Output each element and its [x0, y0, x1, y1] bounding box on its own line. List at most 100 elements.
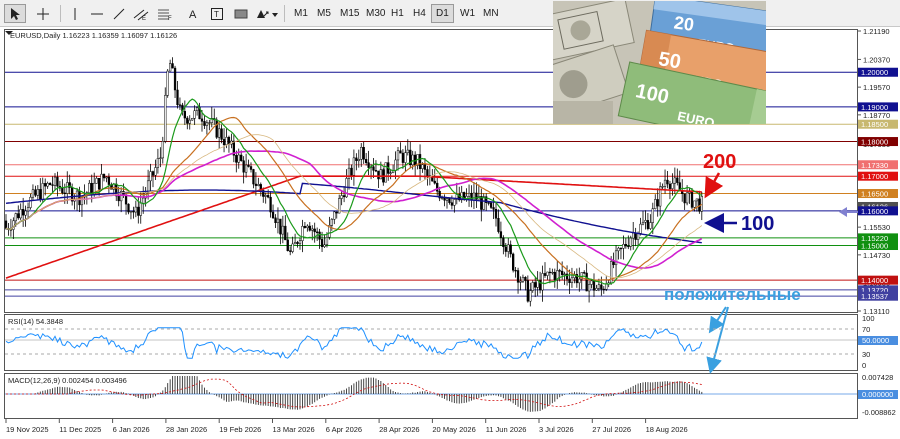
- trendline-icon[interactable]: [108, 4, 130, 23]
- candle-body: [700, 196, 703, 212]
- candle-body: [396, 150, 400, 161]
- candle-body: [142, 197, 145, 204]
- candle-body: [646, 220, 650, 229]
- candle-body: [693, 200, 696, 208]
- candle-body: [44, 183, 47, 187]
- candle-body: [534, 282, 537, 288]
- candle-body: [66, 182, 69, 194]
- candle-body: [274, 217, 277, 224]
- candle-body: [654, 199, 657, 209]
- rsi-tick-70: 70: [862, 325, 870, 334]
- candle-body: [240, 154, 243, 161]
- candle-body: [472, 192, 476, 201]
- crosshair-icon[interactable]: [32, 4, 54, 23]
- candle-body: [583, 272, 586, 274]
- rsi-current-label: 50.0000: [862, 336, 889, 345]
- candle-body: [656, 199, 659, 207]
- timeframe-w1[interactable]: W1: [456, 4, 479, 23]
- candle-body: [281, 225, 285, 235]
- candle-body: [156, 158, 160, 168]
- candle-body: [56, 176, 59, 187]
- candle-body: [418, 154, 422, 169]
- candle-body: [617, 247, 620, 252]
- candle-body: [129, 211, 133, 213]
- candle-body: [489, 202, 493, 208]
- timeframe-h4[interactable]: H4: [409, 4, 430, 23]
- rectangle-icon[interactable]: [230, 4, 252, 23]
- candle-body: [597, 284, 601, 289]
- timeframe-m30[interactable]: M30: [362, 4, 389, 23]
- candle-body: [404, 152, 407, 163]
- candle-body: [619, 247, 623, 250]
- euro-banknotes-image: 20 EURO 50 EURO 100 EURO: [553, 1, 766, 124]
- candle-body: [301, 225, 304, 241]
- candle-body: [271, 211, 275, 219]
- annotation-positive: положительные: [664, 285, 801, 304]
- candle-body: [293, 242, 297, 245]
- timeframe-d1[interactable]: D1: [431, 4, 454, 23]
- candle-body: [509, 244, 512, 255]
- candle-body: [139, 202, 142, 216]
- channel-icon[interactable]: E: [130, 4, 152, 23]
- text-tool-icon[interactable]: A: [182, 4, 204, 23]
- macd-current-label: 0.000000: [862, 390, 893, 399]
- candle-body: [291, 243, 294, 252]
- candle-body: [215, 119, 218, 138]
- rsi-title: RSI(14) 54.3848: [8, 317, 63, 326]
- candle-body: [46, 183, 49, 187]
- timeframe-mn[interactable]: MN: [479, 4, 503, 23]
- price-label-10: 1.15000: [861, 242, 888, 251]
- vertical-line-icon[interactable]: [64, 4, 86, 23]
- candle-body: [267, 195, 270, 198]
- candle-body: [254, 183, 258, 186]
- horizontal-line-icon[interactable]: [86, 4, 108, 23]
- fibonacci-icon[interactable]: F: [154, 4, 176, 23]
- toolbar-separator: [60, 5, 61, 22]
- candle-body: [318, 231, 321, 240]
- candle-body: [203, 121, 206, 126]
- candle-body: [284, 225, 287, 241]
- candle-body: [276, 218, 280, 224]
- candle-body: [563, 273, 566, 276]
- candle-body: [154, 167, 157, 176]
- candle-body: [176, 89, 179, 105]
- candle-body: [188, 119, 191, 124]
- candle-body: [26, 207, 30, 212]
- candle-body: [132, 211, 135, 213]
- timeframe-h1[interactable]: H1: [387, 4, 408, 23]
- candle-body: [548, 271, 552, 274]
- candle-body: [117, 195, 120, 202]
- timeframe-m15[interactable]: M15: [336, 4, 363, 23]
- cursor-icon[interactable]: [4, 4, 26, 23]
- rsi-tick-0: 0: [862, 361, 866, 370]
- candle-body: [51, 184, 54, 186]
- candle-body: [639, 223, 642, 234]
- price-label-13: 1.13537: [861, 292, 888, 301]
- ytick-label-3: 1.18770: [863, 111, 890, 120]
- candle-body: [320, 239, 324, 247]
- candle-body: [100, 173, 103, 190]
- candle-body: [521, 276, 525, 282]
- arrows-dropdown-icon[interactable]: [254, 4, 280, 23]
- candle-body: [367, 162, 370, 168]
- candle-body: [502, 237, 505, 248]
- candle-body: [102, 173, 106, 179]
- timeframe-m5[interactable]: M5: [313, 4, 335, 23]
- candle-body: [629, 237, 632, 247]
- candle-body: [17, 213, 20, 219]
- xtick-label-10: 3 Jul 2026: [539, 425, 574, 434]
- candle-body: [504, 246, 507, 252]
- candle-body: [171, 63, 174, 69]
- candle-body: [360, 147, 363, 160]
- xtick-label-3: 28 Jan 2026: [166, 425, 207, 434]
- candle-body: [311, 228, 314, 231]
- candle-body: [401, 152, 405, 163]
- text-label-icon[interactable]: T: [206, 4, 228, 23]
- candle-body: [590, 280, 593, 285]
- timeframe-m1[interactable]: M1: [290, 4, 312, 23]
- candle-body: [193, 110, 196, 119]
- candle-body: [323, 244, 326, 247]
- candle-body: [668, 183, 672, 189]
- candle-body: [553, 271, 556, 281]
- candle-body: [200, 118, 204, 122]
